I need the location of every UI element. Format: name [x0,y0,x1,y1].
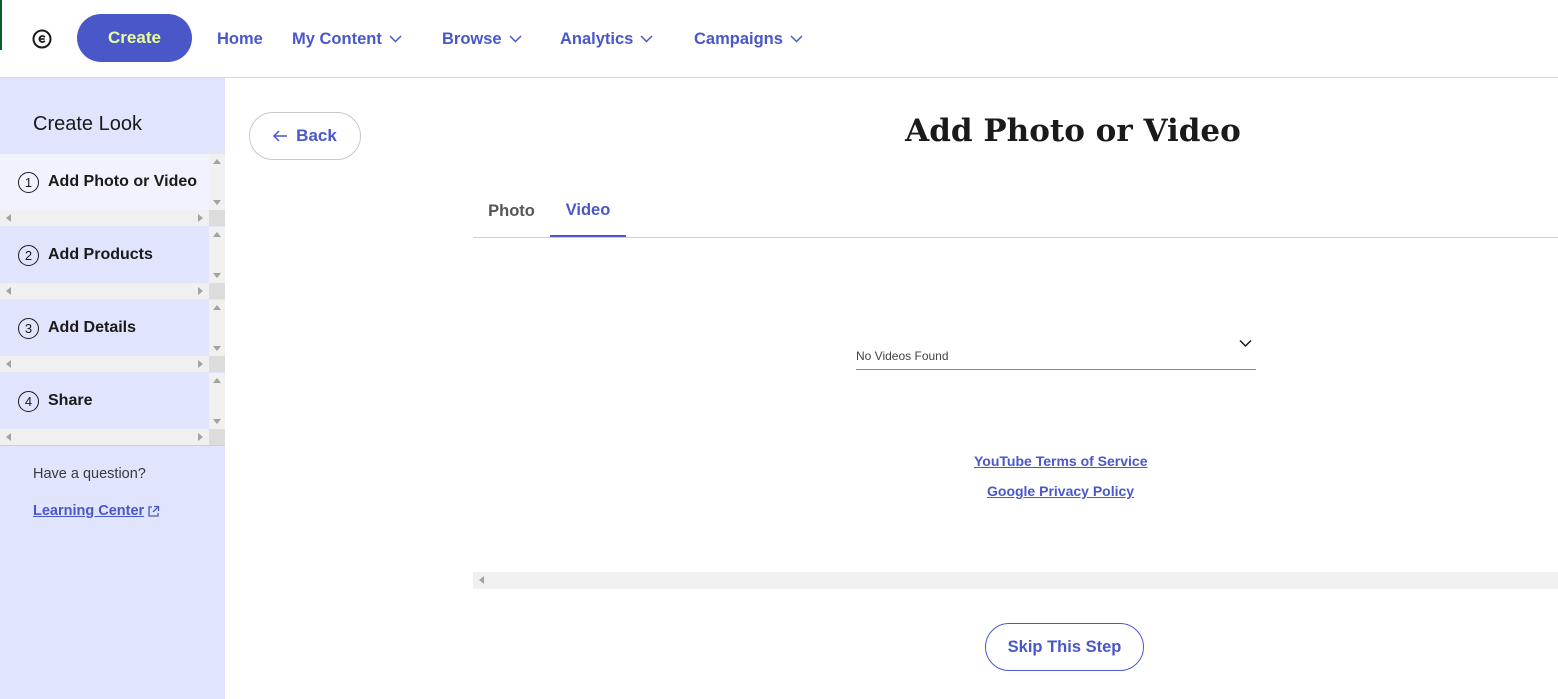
step-number: 3 [18,317,39,339]
scroll-up-icon[interactable] [213,159,221,164]
chevron-down-icon [389,35,402,43]
scroll-down-icon[interactable] [213,419,221,424]
step-add-details[interactable]: 3 Add Details [0,300,225,373]
horizontal-scrollbar[interactable] [0,210,209,226]
step-body[interactable]: 4 Share [0,373,209,429]
step-label: Add Details [48,319,137,336]
skip-step-button[interactable]: Skip This Step [985,623,1144,671]
chevron-down-icon [509,35,522,43]
scrollbar-corner [209,283,225,299]
nav-my-content-label: My Content [292,29,382,48]
media-type-tabs: Photo Video [473,185,1558,238]
nav-browse[interactable]: Browse [442,28,522,50]
content-horizontal-scrollbar[interactable] [473,572,1558,589]
learning-center-label: Learning Center [33,503,145,519]
learning-center-link[interactable]: Learning Center [33,503,160,519]
step-number: 2 [18,244,39,266]
scroll-left-icon[interactable] [6,433,11,441]
video-select-value: No Videos Found [856,349,949,363]
help-question: Have a question? [33,466,146,482]
video-select[interactable]: No Videos Found [856,334,1256,370]
nav-campaigns[interactable]: Campaigns [694,28,803,50]
nav-analytics[interactable]: Analytics [560,28,653,50]
step-label: Add Products [48,246,153,263]
scroll-left-icon[interactable] [479,576,484,584]
chevron-down-icon [640,35,653,43]
nav-my-content[interactable]: My Content [292,28,402,50]
step-label: Share [48,392,93,409]
google-privacy-link[interactable]: Google Privacy Policy [987,483,1134,499]
create-look-sidebar: Create Look 1 Add Photo or Video 2 Add P… [0,78,225,699]
step-body[interactable]: 3 Add Details [0,300,209,356]
scroll-down-icon[interactable] [213,273,221,278]
step-body[interactable]: 2 Add Products [0,227,209,283]
step-number: 4 [18,390,39,412]
create-button[interactable]: Create [77,14,192,62]
scroll-up-icon[interactable] [213,378,221,383]
scroll-left-icon[interactable] [6,360,11,368]
tab-video[interactable]: Video [550,185,626,237]
external-link-icon [148,505,160,517]
chevron-down-icon [1239,339,1252,348]
scrollbar-corner [209,429,225,445]
nav-campaigns-label: Campaigns [694,29,783,48]
step-share[interactable]: 4 Share [0,373,225,446]
vertical-scrollbar[interactable] [209,373,225,429]
youtube-terms-link[interactable]: YouTube Terms of Service [974,453,1148,469]
chevron-down-icon [790,35,803,43]
sidebar-title: Create Look [33,113,142,135]
nav-home-label: Home [217,29,263,48]
scroll-right-icon[interactable] [198,287,203,295]
scrollbar-corner [209,210,225,226]
scroll-down-icon[interactable] [213,200,221,205]
nav-home[interactable]: Home [217,28,263,50]
step-add-products[interactable]: 2 Add Products [0,227,225,300]
top-nav: Create Home My Content Browse Analytics … [0,0,1558,78]
scroll-left-icon[interactable] [6,287,11,295]
horizontal-scrollbar[interactable] [0,429,209,445]
scroll-left-icon[interactable] [6,214,11,222]
vertical-scrollbar[interactable] [209,227,225,283]
step-add-photo-or-video[interactable]: 1 Add Photo or Video [0,154,225,227]
scrollbar-corner [209,356,225,372]
vertical-scrollbar[interactable] [209,154,225,210]
brand-logo-icon[interactable] [31,28,53,50]
nav-analytics-label: Analytics [560,29,634,48]
scroll-up-icon[interactable] [213,232,221,237]
vertical-scrollbar[interactable] [209,300,225,356]
step-label: Add Photo or Video [48,173,198,190]
back-button[interactable]: Back [249,112,361,160]
nav-browse-label: Browse [442,29,502,48]
scroll-down-icon[interactable] [213,346,221,351]
step-number: 1 [18,171,39,193]
page-title: Add Photo or Video [905,113,1241,149]
scroll-right-icon[interactable] [198,433,203,441]
scroll-up-icon[interactable] [213,305,221,310]
sidebar-divider [0,445,225,446]
window-edge-accent [0,0,2,50]
scroll-right-icon[interactable] [198,214,203,222]
step-body[interactable]: 1 Add Photo or Video [0,154,209,210]
horizontal-scrollbar[interactable] [0,356,209,372]
arrow-left-icon [273,130,288,142]
horizontal-scrollbar[interactable] [0,283,209,299]
scroll-right-icon[interactable] [198,360,203,368]
back-button-label: Back [296,126,337,145]
tab-photo[interactable]: Photo [473,185,550,237]
